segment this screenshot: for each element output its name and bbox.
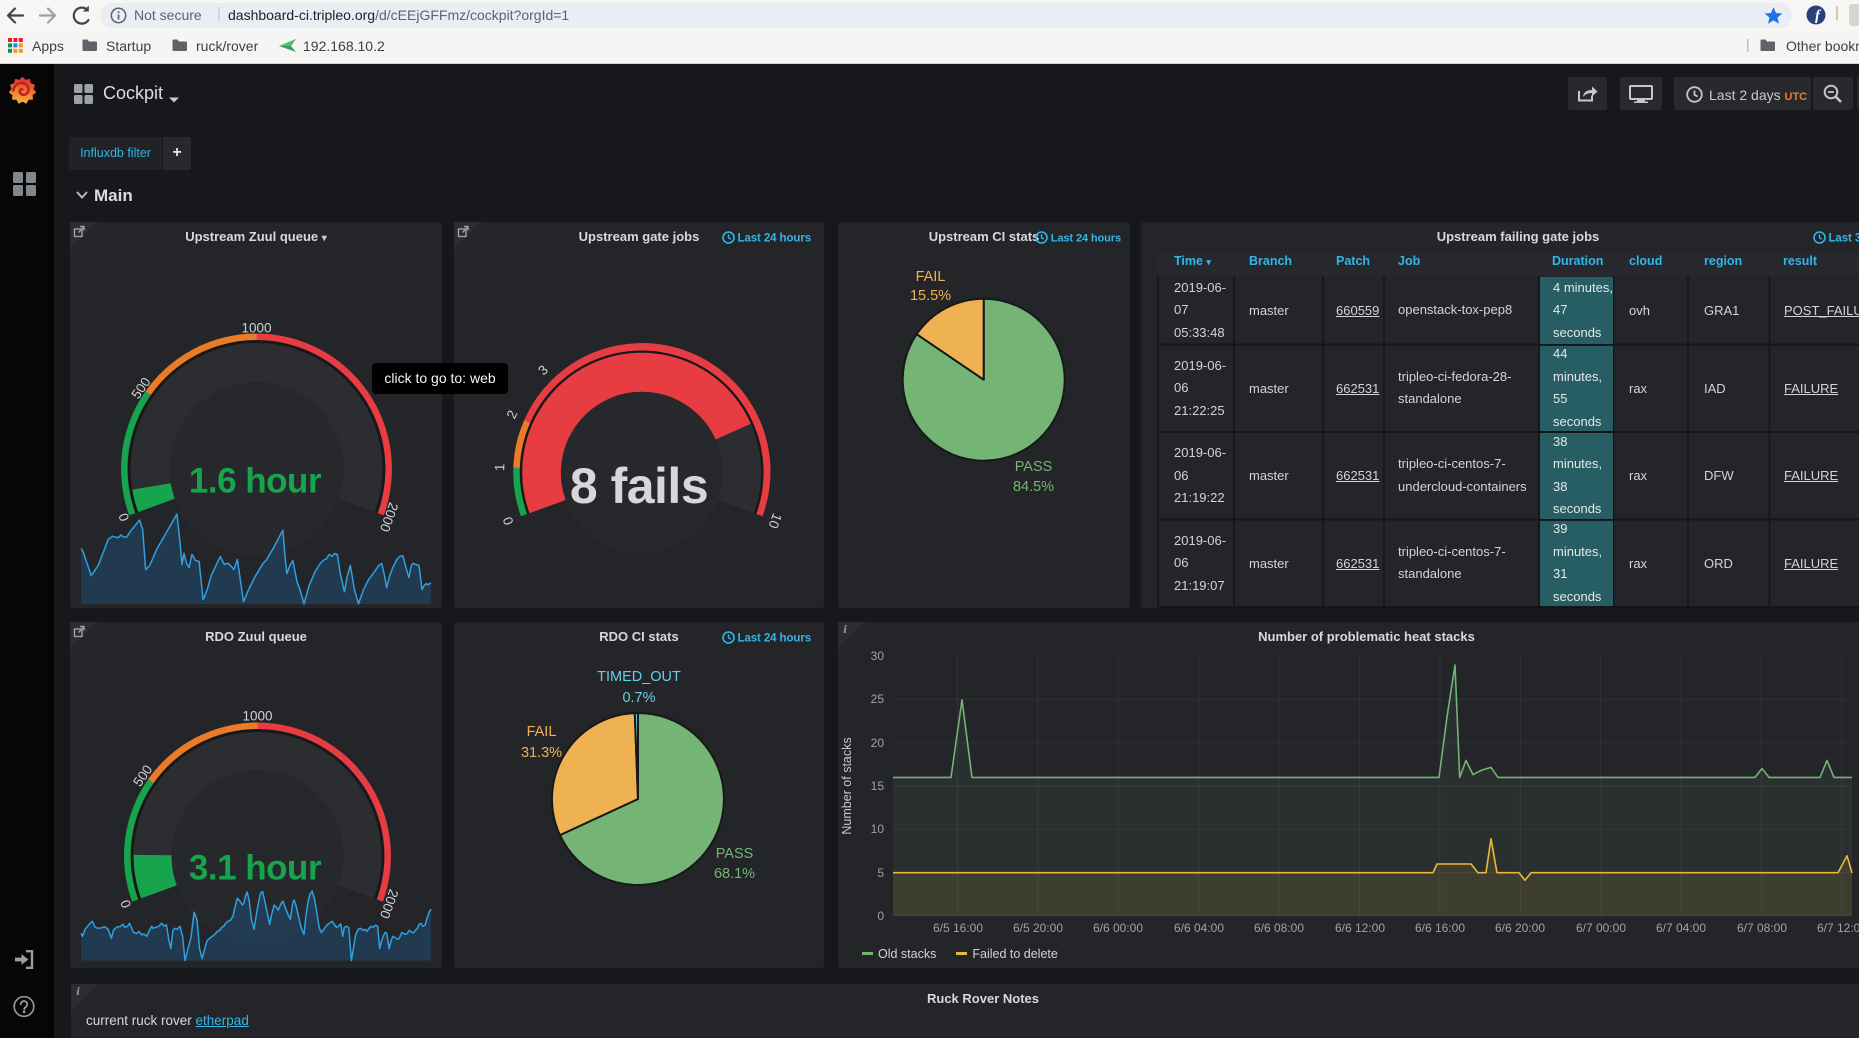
svg-text:10: 10 [765,511,784,530]
svg-text:1: 1 [492,463,507,471]
svg-text:0: 0 [500,515,517,527]
svg-text:2: 2 [504,408,521,421]
svg-text:8 fails: 8 fails [570,458,708,514]
svg-text:3: 3 [535,362,551,378]
